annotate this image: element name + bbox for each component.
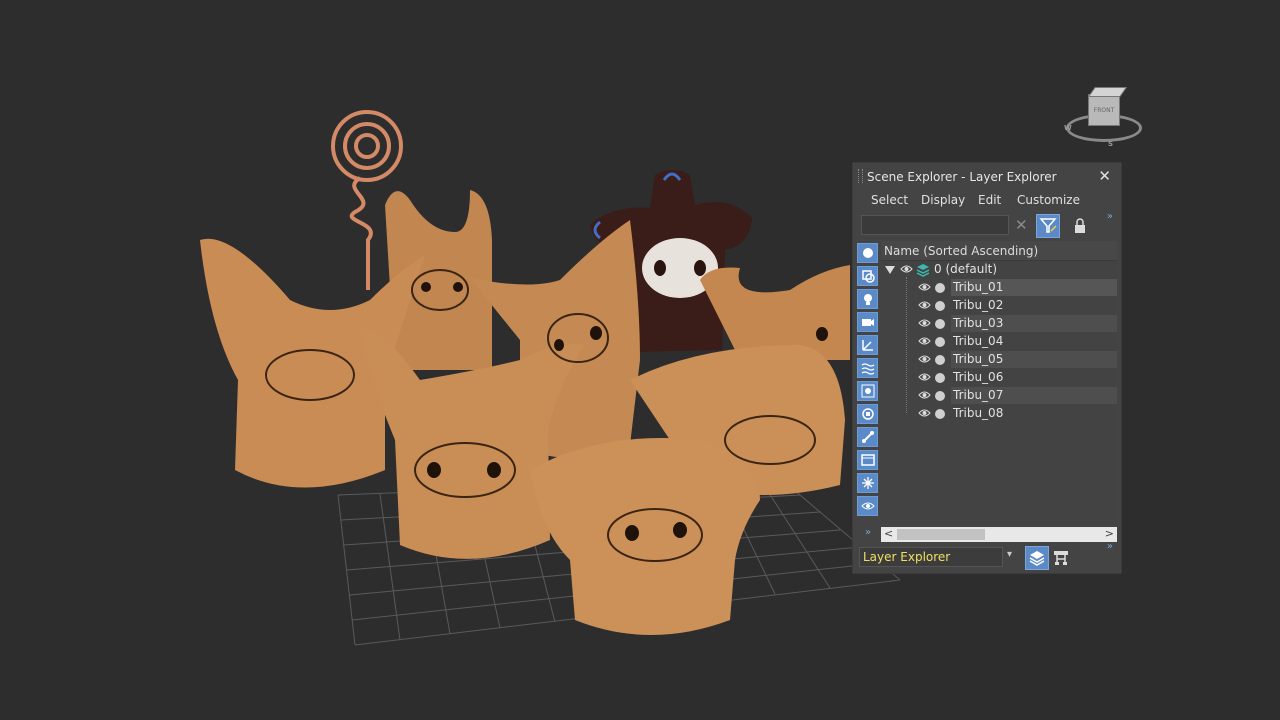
tree-row-object[interactable]: Tribu_02 (881, 297, 1117, 315)
object-label: Tribu_08 (953, 406, 1004, 420)
root-layer-label: 0 (default) (934, 262, 998, 276)
object-label: Tribu_04 (953, 334, 1004, 348)
layer-stack-icon (916, 264, 930, 277)
eye-icon[interactable] (918, 390, 931, 400)
tree-row-object[interactable]: Tribu_08 (881, 405, 1117, 423)
expand-triangle-icon[interactable] (885, 266, 895, 274)
object-label: Tribu_01 (953, 280, 1004, 294)
tree-row-object[interactable]: Tribu_07 (881, 387, 1117, 405)
object-geometry-icon (935, 319, 945, 329)
display-groups-icon[interactable] (857, 381, 878, 401)
horizontal-scrollbar[interactable]: < > (881, 527, 1117, 542)
object-label: Tribu_05 (953, 352, 1004, 366)
object-geometry-icon (935, 409, 945, 419)
eye-icon[interactable] (918, 372, 931, 382)
eye-icon[interactable] (918, 282, 931, 292)
object-label: Tribu_06 (953, 370, 1004, 384)
display-helpers-icon[interactable] (857, 335, 878, 355)
chevron-down-icon[interactable]: ▾ (1007, 549, 1012, 560)
scroll-left-icon[interactable]: < (884, 527, 893, 540)
compass-south: S (1108, 140, 1114, 148)
eye-icon[interactable] (918, 300, 931, 310)
display-filter-toolbar (857, 243, 879, 533)
object-geometry-icon (935, 283, 945, 293)
hierarchy-mode-icon[interactable] (1052, 549, 1070, 567)
tree-row-object[interactable]: Tribu_06 (881, 369, 1117, 387)
object-label: Tribu_07 (953, 388, 1004, 402)
eye-icon[interactable] (918, 354, 931, 364)
layer-tree: Name (Sorted Ascending) 0 (default) Trib… (881, 241, 1117, 523)
object-label: Tribu_02 (953, 298, 1004, 312)
display-containers-icon[interactable] (857, 450, 878, 470)
display-geometry-icon[interactable] (857, 243, 878, 263)
scene-explorer-panel: Scene Explorer - Layer Explorer ✕ Select… (852, 162, 1122, 574)
lock-icon[interactable] (1072, 217, 1088, 235)
layer-explorer-mode-button[interactable] (1025, 546, 1049, 570)
clay-figures (200, 190, 850, 635)
overflow-chevron-icon[interactable]: » (1107, 541, 1113, 552)
explorer-mode-dropdown[interactable]: Layer Explorer (859, 547, 1003, 567)
object-geometry-icon (935, 337, 945, 347)
display-hidden-icon[interactable] (857, 496, 878, 516)
object-geometry-icon (935, 301, 945, 311)
compass-west: W (1064, 124, 1072, 132)
overflow-chevron-icon[interactable]: » (1107, 211, 1113, 222)
eye-icon[interactable] (918, 408, 931, 418)
panel-titlebar[interactable]: Scene Explorer - Layer Explorer ✕ (853, 163, 1121, 189)
overflow-chevron-icon[interactable]: » (865, 527, 871, 538)
explorer-bottom-bar: Layer Explorer ▾ » (853, 541, 1121, 573)
panel-title: Scene Explorer - Layer Explorer (867, 170, 1057, 184)
menu-select[interactable]: Select (871, 193, 908, 207)
menu-edit[interactable]: Edit (978, 193, 1001, 207)
clear-search-icon[interactable]: ✕ (1015, 216, 1028, 234)
viewcube-box[interactable]: FRONT (1088, 87, 1128, 126)
scrollbar-thumb[interactable] (897, 529, 985, 540)
layer-stack-icon (1029, 551, 1045, 566)
tree-row-root-layer[interactable]: 0 (default) (881, 261, 1117, 279)
display-bones-icon[interactable] (857, 427, 878, 447)
search-input[interactable] (861, 215, 1009, 235)
object-geometry-icon (935, 373, 945, 383)
filter-toggle-button[interactable] (1036, 214, 1060, 238)
display-spacewarps-icon[interactable] (857, 358, 878, 378)
object-geometry-icon (935, 355, 945, 365)
menu-bar: Select Display Edit Customize (853, 191, 1121, 211)
object-geometry-icon (935, 391, 945, 401)
display-frozen-icon[interactable] (857, 473, 878, 493)
tree-row-object[interactable]: Tribu_03 (881, 315, 1117, 333)
tree-row-object[interactable]: Tribu_05 (881, 351, 1117, 369)
close-icon[interactable]: ✕ (1098, 167, 1111, 185)
scroll-right-icon[interactable]: > (1105, 527, 1114, 540)
column-header-name[interactable]: Name (Sorted Ascending) (881, 241, 1117, 261)
display-lights-icon[interactable] (857, 289, 878, 309)
display-cameras-icon[interactable] (857, 312, 878, 332)
filter-icon (1039, 218, 1057, 233)
object-label: Tribu_03 (953, 316, 1004, 330)
viewport-perspective[interactable]: FRONT W S Scene Explorer - Layer Explore… (0, 0, 1280, 720)
eye-icon[interactable] (918, 336, 931, 346)
tree-row-object[interactable]: Tribu_04 (881, 333, 1117, 351)
display-xrefs-icon[interactable] (857, 404, 878, 424)
eye-icon[interactable] (918, 318, 931, 328)
menu-display[interactable]: Display (921, 193, 965, 207)
drag-grip-icon[interactable] (858, 169, 863, 183)
menu-customize[interactable]: Customize (1017, 193, 1080, 207)
viewcube[interactable]: FRONT W S (1062, 87, 1142, 152)
viewcube-front-label: FRONT (1093, 107, 1115, 114)
tree-row-object[interactable]: Tribu_01 (881, 279, 1117, 297)
eye-icon[interactable] (900, 264, 913, 274)
display-shapes-icon[interactable] (857, 266, 878, 286)
